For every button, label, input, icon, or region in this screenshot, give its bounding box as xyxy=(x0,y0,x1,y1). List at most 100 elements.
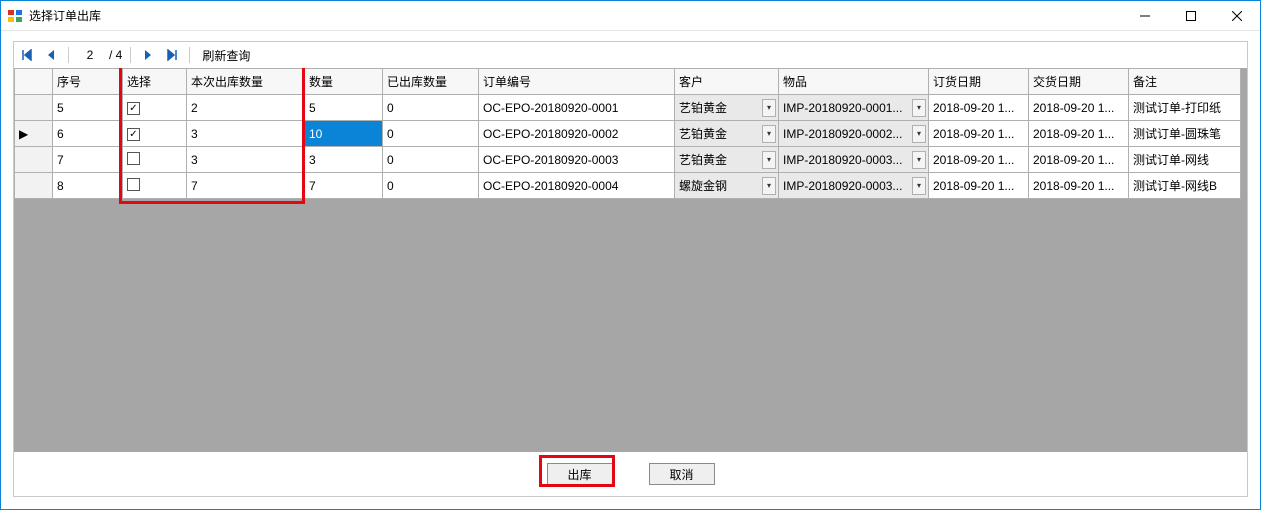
cell-qty[interactable]: 5 xyxy=(305,95,383,121)
col-seq[interactable]: 序号 xyxy=(53,69,123,95)
cell-item[interactable]: IMP-20180920-0003...▾ xyxy=(779,173,929,199)
cell-qty[interactable]: 10 xyxy=(305,121,383,147)
titlebar: 选择订单出库 xyxy=(1,1,1260,31)
chevron-down-icon[interactable]: ▾ xyxy=(762,151,776,169)
col-shipped[interactable]: 已出库数量 xyxy=(383,69,479,95)
checkbox-icon[interactable]: ✓ xyxy=(127,102,140,115)
cell-item[interactable]: IMP-20180920-0003...▾ xyxy=(779,147,929,173)
header-row: 序号 选择 本次出库数量 数量 已出库数量 订单编号 客户 物品 订货日期 交货… xyxy=(15,69,1241,95)
cell-remark: 测试订单-网线B xyxy=(1129,173,1241,199)
cell-select[interactable]: ✓ xyxy=(123,95,187,121)
col-out-qty[interactable]: 本次出库数量 xyxy=(187,69,305,95)
submit-button[interactable]: 出库 xyxy=(547,463,613,485)
table-row[interactable]: 5✓250OC-EPO-20180920-0001艺铂黄金▾IMP-201809… xyxy=(15,95,1241,121)
cell-select[interactable] xyxy=(123,147,187,173)
refresh-button[interactable]: 刷新查询 xyxy=(198,47,254,64)
row-indicator xyxy=(15,173,53,199)
cell-out-qty[interactable]: 3 xyxy=(187,147,305,173)
cell-delivery-date: 2018-09-20 1... xyxy=(1029,95,1129,121)
cell-customer[interactable]: 艺铂黄金▾ xyxy=(675,121,779,147)
col-remark[interactable]: 备注 xyxy=(1129,69,1241,95)
checkbox-icon[interactable] xyxy=(127,152,140,165)
cell-order-no: OC-EPO-20180920-0001 xyxy=(479,95,675,121)
cell-remark: 测试订单-圆珠笔 xyxy=(1129,121,1241,147)
cell-order-date: 2018-09-20 1... xyxy=(929,121,1029,147)
pager-toolbar: / 4 刷新查询 xyxy=(14,42,1247,68)
cell-out-qty[interactable]: 7 xyxy=(187,173,305,199)
cell-order-no: OC-EPO-20180920-0004 xyxy=(479,173,675,199)
content-area: / 4 刷新查询 序号 选择 xyxy=(1,31,1260,509)
separator xyxy=(189,47,190,63)
col-item[interactable]: 物品 xyxy=(779,69,929,95)
col-qty[interactable]: 数量 xyxy=(305,69,383,95)
window-controls xyxy=(1122,1,1260,30)
chevron-down-icon[interactable]: ▾ xyxy=(912,125,926,143)
table-row[interactable]: ▶6 ✓ 3100OC-EPO-20180920-0002艺铂黄金▾IMP-2018… xyxy=(15,121,1241,147)
cell-customer[interactable]: 艺铂黄金▾ xyxy=(675,95,779,121)
chevron-down-icon[interactable]: ▾ xyxy=(912,99,926,117)
cell-delivery-date: 2018-09-20 1... xyxy=(1029,173,1129,199)
cell-customer[interactable]: 螺旋金钢▾ xyxy=(675,173,779,199)
cell-order-no: OC-EPO-20180920-0002 xyxy=(479,121,675,147)
first-page-icon[interactable] xyxy=(18,46,36,64)
row-indicator xyxy=(15,147,53,173)
col-delivery-date[interactable]: 交货日期 xyxy=(1029,69,1129,95)
cell-qty[interactable]: 7 xyxy=(305,173,383,199)
cell-seq: 7 xyxy=(53,147,123,173)
row-indicator xyxy=(15,95,53,121)
cell-select[interactable] xyxy=(123,173,187,199)
table-row[interactable]: 8770OC-EPO-20180920-0004螺旋金钢▾IMP-2018092… xyxy=(15,173,1241,199)
last-page-icon[interactable] xyxy=(163,46,181,64)
separator xyxy=(130,47,131,63)
footer-bar: 出库 取消 xyxy=(14,452,1247,496)
window-title: 选择订单出库 xyxy=(29,7,101,24)
cell-shipped: 0 xyxy=(383,95,479,121)
maximize-button[interactable] xyxy=(1168,1,1214,30)
row-indicator: ▶ xyxy=(15,121,53,147)
next-page-icon[interactable] xyxy=(139,46,157,64)
col-order-no[interactable]: 订单编号 xyxy=(479,69,675,95)
cell-shipped: 0 xyxy=(383,121,479,147)
chevron-down-icon[interactable]: ▾ xyxy=(762,177,776,195)
app-window: 选择订单出库 / 4 xyxy=(0,0,1261,510)
row-header-blank xyxy=(15,69,53,95)
cell-qty[interactable]: 3 xyxy=(305,147,383,173)
main-panel: / 4 刷新查询 序号 选择 xyxy=(13,41,1248,497)
cell-customer[interactable]: 艺铂黄金▾ xyxy=(675,147,779,173)
cell-item[interactable]: IMP-20180920-0001...▾ xyxy=(779,95,929,121)
checkbox-icon[interactable]: ✓ xyxy=(127,128,140,141)
checkbox-icon[interactable] xyxy=(127,178,140,191)
col-select[interactable]: 选择 xyxy=(123,69,187,95)
app-icon xyxy=(7,8,23,24)
cell-remark: 测试订单-网线 xyxy=(1129,147,1241,173)
col-order-date[interactable]: 订货日期 xyxy=(929,69,1029,95)
cell-shipped: 0 xyxy=(383,173,479,199)
chevron-down-icon[interactable]: ▾ xyxy=(762,99,776,117)
cell-seq: 8 xyxy=(53,173,123,199)
chevron-down-icon[interactable]: ▾ xyxy=(762,125,776,143)
chevron-down-icon[interactable]: ▾ xyxy=(912,151,926,169)
minimize-button[interactable] xyxy=(1122,1,1168,30)
cell-select[interactable]: ✓ xyxy=(123,121,187,147)
table-row[interactable]: 7330OC-EPO-20180920-0003艺铂黄金▾IMP-2018092… xyxy=(15,147,1241,173)
cell-order-date: 2018-09-20 1... xyxy=(929,173,1029,199)
cell-order-date: 2018-09-20 1... xyxy=(929,147,1029,173)
cell-item[interactable]: IMP-20180920-0002...▾ xyxy=(779,121,929,147)
separator xyxy=(68,47,69,63)
order-grid: 序号 选择 本次出库数量 数量 已出库数量 订单编号 客户 物品 订货日期 交货… xyxy=(14,68,1241,199)
prev-page-icon[interactable] xyxy=(42,46,60,64)
cell-order-date: 2018-09-20 1... xyxy=(929,95,1029,121)
cell-out-qty[interactable]: 3 xyxy=(187,121,305,147)
cell-delivery-date: 2018-09-20 1... xyxy=(1029,147,1129,173)
cell-seq: 6 xyxy=(53,121,123,147)
cell-seq: 5 xyxy=(53,95,123,121)
chevron-down-icon[interactable]: ▾ xyxy=(912,177,926,195)
cell-out-qty[interactable]: 2 xyxy=(187,95,305,121)
page-number-input[interactable] xyxy=(77,47,103,63)
cell-remark: 测试订单-打印纸 xyxy=(1129,95,1241,121)
grid-container: 序号 选择 本次出库数量 数量 已出库数量 订单编号 客户 物品 订货日期 交货… xyxy=(14,68,1247,452)
cancel-button[interactable]: 取消 xyxy=(649,463,715,485)
col-customer[interactable]: 客户 xyxy=(675,69,779,95)
cell-delivery-date: 2018-09-20 1... xyxy=(1029,121,1129,147)
close-button[interactable] xyxy=(1214,1,1260,30)
